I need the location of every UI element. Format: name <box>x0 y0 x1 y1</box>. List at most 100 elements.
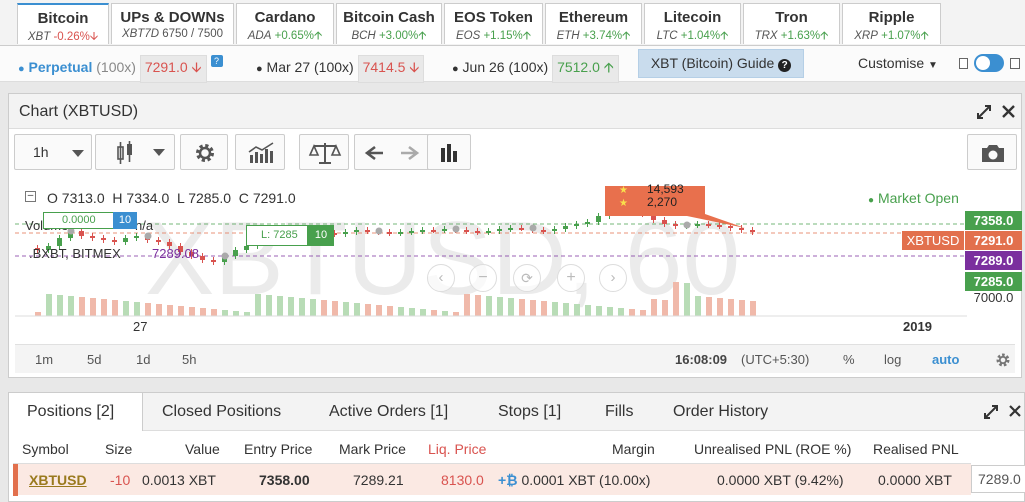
index-marker <box>683 221 691 229</box>
expand-icon[interactable] <box>976 104 992 120</box>
checkbox[interactable] <box>1010 58 1020 69</box>
reset-icon[interactable]: ⟳ <box>513 264 541 292</box>
volume-bar <box>321 300 327 316</box>
instrument-code: ADA <box>247 30 272 42</box>
indicators-button[interactable] <box>235 134 285 170</box>
collapse-legend-icon[interactable]: – <box>25 191 36 202</box>
tab-positions[interactable]: Positions [2] <box>9 393 143 431</box>
add-margin-icon[interactable]: +₿ <box>498 472 518 488</box>
scroll-left-icon[interactable]: ‹ <box>427 264 455 292</box>
instrument-name: Cardano <box>254 9 316 26</box>
col-liq-price[interactable]: Liq. Price <box>428 441 486 457</box>
customise-dropdown[interactable]: Customise ▼ <box>858 55 938 71</box>
interval-dropdown[interactable]: 1h <box>14 134 92 170</box>
log-toggle[interactable]: log <box>884 352 901 367</box>
instrument-tab-ups-downs[interactable]: UPs & DOWNs XBT7D 6750 / 7500 <box>111 3 234 44</box>
instrument-name: Litecoin <box>663 9 722 26</box>
volume-bar <box>244 312 250 316</box>
row-symbol[interactable]: XBTUSD <box>29 472 87 488</box>
contract-mar27[interactable]: ● Mar 27 (100x) 7414.5 🡫 <box>256 55 425 83</box>
volume-bar <box>596 306 602 316</box>
tab-active-orders[interactable]: Active Orders [1] <box>329 393 448 431</box>
close-icon[interactable] <box>1002 105 1015 118</box>
col-entry-price[interactable]: Entry Price <box>244 441 312 457</box>
chart-title: Chart (XBTUSD) <box>19 103 139 120</box>
compare-button[interactable] <box>299 134 349 170</box>
volume-bar <box>332 301 338 316</box>
depth-button[interactable] <box>427 134 471 170</box>
liq-order-tag[interactable]: L: 7285 <box>246 225 308 246</box>
arrow-up-icon: 🡩 <box>720 30 729 42</box>
expand-icon[interactable] <box>984 405 998 419</box>
guide-button[interactable]: XBT (Bitcoin) Guide ? <box>638 49 804 78</box>
help-icon[interactable]: ? <box>210 55 223 67</box>
percent-toggle[interactable]: % <box>843 352 855 367</box>
candle <box>211 260 216 262</box>
settings-button[interactable] <box>180 134 228 170</box>
zoom-in-icon[interactable]: + <box>557 264 585 292</box>
volume-bar <box>464 294 470 316</box>
liq-qty-tag: 10 <box>308 225 334 246</box>
scroll-right-icon[interactable]: › <box>599 264 627 292</box>
volume-bar <box>57 295 63 316</box>
zoom-out-icon[interactable]: − <box>469 264 497 292</box>
contract-perpetual[interactable]: ● Perpetual (100x) 7291.0 🡫 ? <box>18 55 223 83</box>
instrument-tab-cardano[interactable]: Cardano ADA +0.65%🡩 <box>236 3 334 44</box>
instrument-code: XRP <box>854 30 878 42</box>
col-mark-price[interactable]: Mark Price <box>339 441 406 457</box>
tab-stops[interactable]: Stops [1] <box>498 393 561 431</box>
range-5d[interactable]: 5d <box>87 352 101 367</box>
callout-value-1: 14,593 <box>647 182 684 196</box>
ohlc-close: 7291.0 <box>252 190 296 206</box>
timezone[interactable]: (UTC+5:30) <box>741 352 809 367</box>
auto-toggle[interactable]: auto <box>932 352 959 367</box>
candle <box>541 230 546 232</box>
chart-style-dropdown[interactable] <box>95 134 175 170</box>
col-symbol[interactable]: Symbol <box>22 441 69 457</box>
instrument-code: ETH <box>556 30 580 42</box>
undo-icon[interactable] <box>363 143 387 163</box>
col-margin[interactable]: Margin <box>612 441 655 457</box>
instrument-change: +1.04% <box>680 30 721 42</box>
star-icon: ★ <box>619 185 628 196</box>
instrument-tab-ripple[interactable]: Ripple XRP +1.07%🡩 <box>842 3 941 44</box>
range-5h[interactable]: 5h <box>182 352 196 367</box>
instrument-tab-litecoin[interactable]: Litecoin LTC +1.04%🡩 <box>644 3 741 44</box>
row-mark-price: 7289.21 <box>353 472 404 488</box>
checkbox[interactable] <box>959 58 968 69</box>
close-icon[interactable] <box>1009 405 1021 417</box>
instrument-tab-eos[interactable]: EOS Token EOS +1.15%🡩 <box>444 3 543 44</box>
range-1m[interactable]: 1m <box>35 352 53 367</box>
instrument-tab-bitcoin[interactable]: Bitcoin XBT -0.26%🡫 <box>17 3 109 44</box>
instrument-tab-ethereum[interactable]: Ethereum ETH +3.74%🡩 <box>545 3 642 44</box>
col-unrealised-pnl[interactable]: Unrealised PNL (ROE %) <box>694 441 851 457</box>
instrument-tab-bitcoin-cash[interactable]: Bitcoin Cash BCH +3.00%🡩 <box>336 3 442 44</box>
close-price-input[interactable]: 7289.0 <box>971 465 1025 493</box>
contract-leverage: (100x) <box>96 59 136 75</box>
candle <box>497 229 502 231</box>
tab-order-history[interactable]: Order History <box>673 393 768 431</box>
col-value[interactable]: Value <box>185 441 220 457</box>
screenshot-button[interactable] <box>967 134 1017 170</box>
contract-leverage: (100x) <box>508 59 549 75</box>
x-tick: 2019 <box>903 319 932 334</box>
col-realised-pnl[interactable]: Realised PNL <box>873 441 959 457</box>
ohlc-legend: O 7313.0 H 7334.0 L 7285.0 C 7291.0 <box>47 190 296 206</box>
range-1d[interactable]: 1d <box>136 352 150 367</box>
theme-toggle[interactable] <box>974 54 1004 72</box>
instrument-tab-tron[interactable]: Tron TRX +1.63%🡩 <box>743 3 840 44</box>
contract-jun26[interactable]: ● Jun 26 (100x) 7512.0 🡩 <box>452 55 619 83</box>
tab-closed-positions[interactable]: Closed Positions <box>162 393 281 431</box>
redo-icon[interactable] <box>399 143 423 163</box>
tab-fills[interactable]: Fills <box>605 393 633 431</box>
gear-icon[interactable] <box>995 352 1011 368</box>
entry-order-tag[interactable]: 0.0000 <box>43 212 119 229</box>
col-size[interactable]: Size <box>105 441 132 457</box>
candle <box>673 224 678 226</box>
arrow-down-icon: 🡫 <box>89 31 99 43</box>
instrument-change: +1.07% <box>881 30 921 42</box>
arrow-up-icon: 🡩 <box>313 30 323 42</box>
volume-bar <box>354 303 360 316</box>
instrument-code: XBT7D <box>121 28 160 40</box>
candle <box>596 216 601 222</box>
